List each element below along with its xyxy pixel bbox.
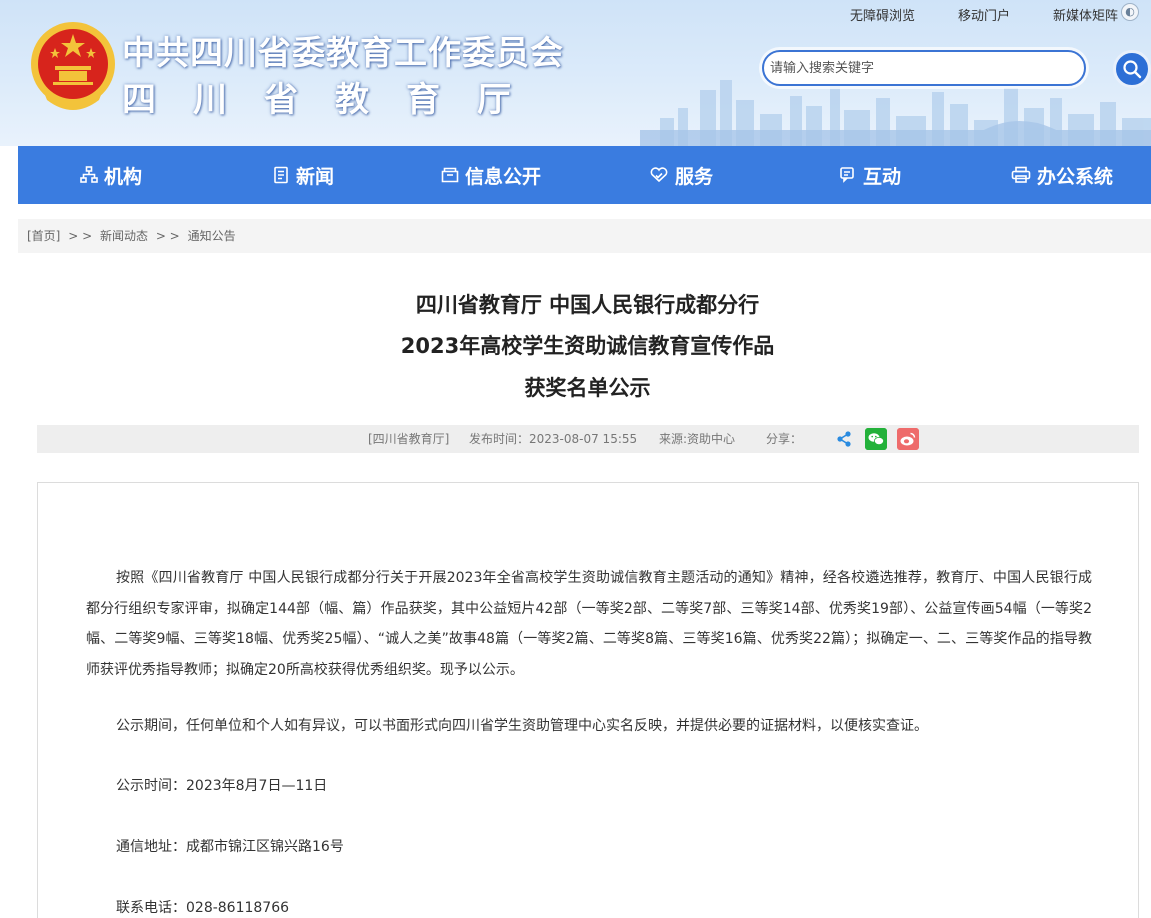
nav-item-interaction[interactable]: 互动	[839, 146, 901, 204]
site-header: 中共四川省委教育工作委员会 四川省教育厅 无障碍浏览 移动门户 新媒体矩阵 ◐	[0, 0, 1151, 146]
nav-item-info-disclosure[interactable]: 信息公开	[441, 146, 541, 204]
breadcrumb-home[interactable]: [首页]	[27, 229, 60, 243]
nav-item-services[interactable]: 服务	[649, 146, 713, 204]
printer-icon	[1011, 166, 1031, 183]
folder-icon	[441, 167, 459, 183]
breadcrumb-news[interactable]: 新闻动态	[100, 229, 148, 243]
top-links: 无障碍浏览 移动门户 新媒体矩阵	[0, 5, 1151, 24]
national-emblem-icon	[31, 22, 115, 110]
share-link-icon[interactable]	[833, 428, 855, 450]
main-nav: 机构 新闻 信息公开 服务 互动 办公系统	[18, 146, 1151, 204]
mobile-portal-link[interactable]: 移动门户	[958, 5, 1010, 24]
article-paragraph: 公示时间：2023年8月7日—11日	[116, 778, 328, 794]
nav-item-office-system[interactable]: 办公系统	[1011, 146, 1113, 204]
site-title-department: 四川省教育厅	[122, 80, 548, 120]
article-source: 来源:资助中心	[659, 432, 736, 446]
org-chart-icon	[80, 166, 98, 183]
nav-label: 办公系统	[1037, 165, 1114, 188]
article-paragraph: 公示期间，任何单位和个人如有异议，可以书面形式向四川省学生资助管理中心实名反映，…	[116, 718, 928, 734]
article-publish-time: 发布时间：2023-08-07 15:55	[469, 432, 638, 446]
article-title-line-1: 四川省教育厅 中国人民银行成都分行	[415, 293, 760, 317]
nav-label: 互动	[863, 165, 902, 188]
site-title-committee: 中共四川省委教育工作委员会	[122, 33, 564, 72]
search-icon	[1123, 60, 1142, 79]
article-site: [四川省教育厅]	[368, 432, 450, 446]
nav-item-organization[interactable]: 机构	[80, 146, 142, 204]
article-title-line-3: 获奖名单公示	[524, 376, 651, 400]
article-paragraph: 联系电话：028-86118766	[116, 900, 290, 916]
new-media-link[interactable]: 新媒体矩阵	[1053, 5, 1118, 24]
search-button[interactable]	[1113, 50, 1151, 88]
nav-label: 新闻	[296, 165, 335, 188]
accessibility-link[interactable]: 无障碍浏览	[850, 5, 915, 24]
article-paragraph: 按照《四川省教育厅 中国人民银行成都分行关于开展2023年全省高校学生资助诚信教…	[86, 570, 1092, 678]
heart-hand-icon	[650, 167, 668, 183]
article-content: 按照《四川省教育厅 中国人民银行成都分行关于开展2023年全省高校学生资助诚信教…	[37, 482, 1139, 918]
share-label: 分享：	[766, 432, 803, 446]
new-media-dropdown-icon[interactable]: ◐	[1121, 3, 1139, 21]
article-meta-bar: [四川省教育厅] 发布时间：2023-08-07 15:55 来源:资助中心 分…	[37, 425, 1139, 453]
breadcrumb-notices[interactable]: 通知公告	[188, 229, 236, 243]
nav-label: 机构	[104, 165, 143, 188]
wechat-share-icon[interactable]	[865, 428, 887, 450]
breadcrumb-separator: > >	[68, 229, 93, 243]
article-title-line-2: 2023年高校学生资助诚信教育宣传作品	[400, 334, 775, 358]
nav-label: 服务	[675, 165, 714, 188]
search-input[interactable]	[762, 50, 1086, 86]
weibo-share-icon[interactable]	[897, 428, 919, 450]
article-paragraph: 通信地址：成都市锦江区锦兴路16号	[116, 839, 344, 855]
chat-icon	[840, 167, 854, 183]
nav-item-news[interactable]: 新闻	[272, 146, 334, 204]
breadcrumb-separator: > >	[155, 229, 180, 243]
nav-label: 信息公开	[465, 165, 542, 188]
breadcrumb: [首页] > > 新闻动态 > > 通知公告	[18, 219, 1151, 253]
news-icon	[274, 166, 288, 184]
